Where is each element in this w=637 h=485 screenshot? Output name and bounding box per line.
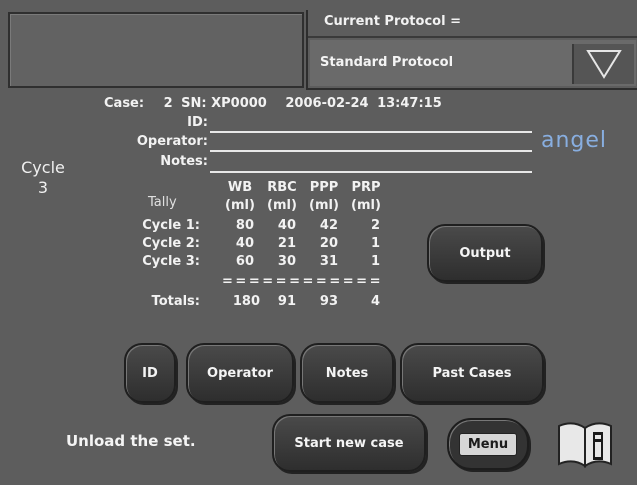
totals-label: Totals: bbox=[151, 294, 200, 309]
operator-button[interactable]: Operator bbox=[186, 343, 294, 403]
message-display bbox=[8, 12, 304, 88]
tally-cell: 20 bbox=[319, 236, 338, 251]
tally-cell: 2 bbox=[370, 218, 380, 233]
divider bbox=[308, 36, 637, 38]
total-cell: 91 bbox=[277, 294, 296, 309]
output-button[interactable]: Output bbox=[427, 224, 543, 282]
operator-label: Operator: bbox=[136, 134, 208, 149]
id-label: ID: bbox=[187, 115, 208, 130]
start-new-case-button[interactable]: Start new case bbox=[272, 414, 426, 472]
protocol-dropdown-button[interactable] bbox=[572, 44, 634, 84]
tally-cell: 40 bbox=[277, 218, 296, 233]
column-header: RBC bbox=[267, 180, 297, 195]
tally-cell: 1 bbox=[370, 236, 380, 251]
case-time: 13:47:15 bbox=[377, 96, 442, 111]
column-header: PRP bbox=[351, 180, 381, 195]
cycle-label: Cycle bbox=[21, 158, 65, 177]
tally-cell: 40 bbox=[235, 236, 254, 251]
column-header: WB bbox=[227, 180, 253, 195]
menu-label: Menu bbox=[458, 432, 518, 456]
row-label: Cycle 2: bbox=[142, 236, 200, 251]
protocol-selected-value: Standard Protocol bbox=[320, 55, 454, 70]
past-cases-button[interactable]: Past Cases bbox=[400, 343, 544, 403]
triangle-down-icon bbox=[586, 50, 622, 79]
case-label: Case: bbox=[104, 96, 145, 111]
protocol-select[interactable]: Standard Protocol bbox=[310, 40, 636, 86]
totals-separator: = = = = = = = = = = = = bbox=[222, 274, 381, 289]
tally-cell: 42 bbox=[319, 218, 338, 233]
tally-table: Tally WB RBC PPP PRP (ml) (ml) (ml) (ml)… bbox=[120, 180, 410, 320]
notes-field-line bbox=[210, 171, 532, 173]
column-unit: (ml) bbox=[267, 198, 297, 213]
tally-caption: Tally bbox=[148, 195, 177, 210]
device-screen: Current Protocol = Standard Protocol Cyc… bbox=[0, 0, 637, 485]
case-date: 2006-02-24 bbox=[285, 96, 369, 111]
total-cell: 93 bbox=[319, 294, 338, 309]
angel-logo: angel bbox=[541, 128, 607, 153]
tally-cell: 30 bbox=[277, 254, 296, 269]
status-message: Unload the set. bbox=[66, 432, 196, 450]
operator-field-line bbox=[210, 150, 532, 152]
tally-cell: 1 bbox=[370, 254, 380, 269]
cycle-number: 3 bbox=[37, 178, 49, 197]
case-number: 2 bbox=[163, 96, 173, 111]
protocol-title: Current Protocol = bbox=[324, 14, 461, 29]
cycle-indicator: Cycle 3 bbox=[18, 158, 68, 198]
id-field-line bbox=[210, 131, 532, 133]
total-cell: 4 bbox=[370, 294, 380, 309]
tally-cell: 80 bbox=[235, 218, 254, 233]
column-unit: (ml) bbox=[225, 198, 255, 213]
protocol-panel: Current Protocol = Standard Protocol bbox=[306, 10, 637, 90]
column-unit: (ml) bbox=[351, 198, 381, 213]
id-button[interactable]: ID bbox=[124, 343, 176, 403]
notes-label: Notes: bbox=[160, 154, 208, 169]
tally-cell: 31 bbox=[319, 254, 338, 269]
menu-button[interactable]: Menu bbox=[447, 418, 529, 470]
notes-button[interactable]: Notes bbox=[300, 343, 394, 403]
tally-cell: 60 bbox=[235, 254, 254, 269]
help-book-icon[interactable] bbox=[555, 418, 615, 470]
tally-cell: 21 bbox=[277, 236, 296, 251]
serial-number: XP0000 bbox=[211, 96, 267, 111]
total-cell: 180 bbox=[232, 294, 260, 309]
column-unit: (ml) bbox=[309, 198, 339, 213]
sn-label: SN: bbox=[181, 96, 207, 111]
logo-text: angel bbox=[541, 128, 608, 153]
column-header: PPP bbox=[309, 180, 339, 195]
row-label: Cycle 1: bbox=[142, 218, 200, 233]
row-label: Cycle 3: bbox=[142, 254, 200, 269]
